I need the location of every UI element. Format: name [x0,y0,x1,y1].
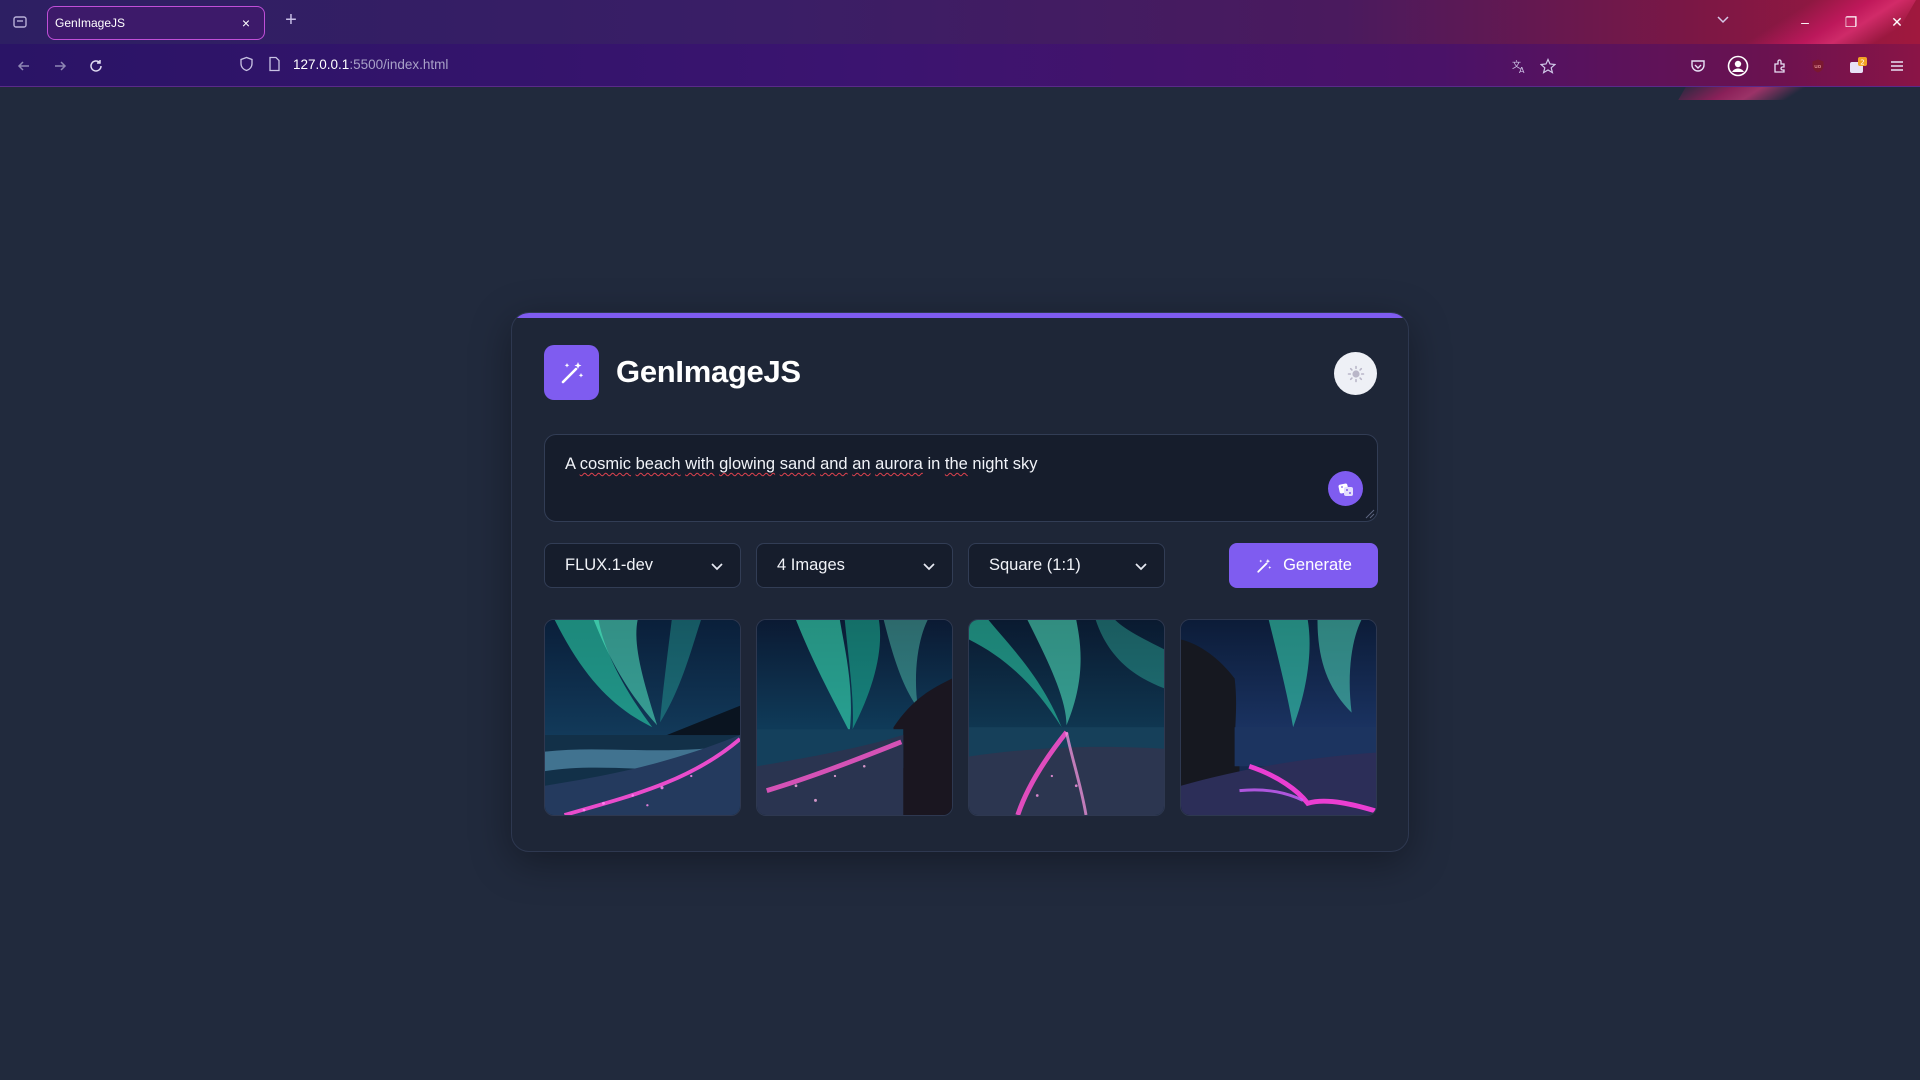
hamburger-menu-icon[interactable] [1886,55,1908,77]
bookmark-star-icon[interactable] [1537,55,1559,77]
chevron-down-icon [1135,562,1147,570]
theme-toggle-button[interactable] [1334,352,1377,395]
chevron-down-icon [711,562,723,570]
prompt-input[interactable]: A cosmic beach with glowing sand and an … [544,434,1378,522]
browser-nav-bar: 127.0.0.1:5500/index.html 文A uo 2 [0,44,1920,87]
extension-badge-count: 2 [1860,59,1864,67]
dice-icon [1338,483,1353,496]
pocket-icon[interactable] [1687,55,1709,77]
forward-arrow-icon[interactable] [48,54,72,78]
svg-text:uo: uo [1814,64,1821,70]
tab-title: GenImageJS [55,16,126,30]
translate-icon[interactable]: 文A [1508,55,1530,77]
generator-card: GenImageJS A cosmic beach with glowing s… [511,312,1409,852]
restore-button[interactable]: ❐ [1828,0,1874,44]
app-title: GenImageJS [616,354,801,389]
generated-image-3[interactable] [968,619,1165,816]
extension-badge-icon[interactable]: 2 [1847,55,1869,77]
tab-list-icon[interactable] [0,0,40,44]
image-count-select[interactable]: 4 Images [756,543,953,588]
page-icon[interactable] [268,56,281,77]
logo [544,345,599,400]
generated-image-1[interactable] [544,619,741,816]
reload-icon[interactable] [84,54,108,78]
generate-button-label: Generate [1283,556,1352,574]
generated-image-2[interactable] [756,619,953,816]
resize-handle-icon[interactable] [1363,507,1375,519]
browser-tab[interactable]: GenImageJS × [47,6,265,40]
model-select[interactable]: FLUX.1-dev [544,543,741,588]
address-bar[interactable]: 127.0.0.1:5500/index.html [293,57,448,72]
url-path: :5500/index.html [349,57,449,72]
generated-image-4[interactable] [1180,619,1377,816]
shield-icon[interactable] [239,56,254,77]
model-select-value: FLUX.1-dev [565,556,654,574]
back-arrow-icon[interactable] [12,54,36,78]
image-count-value: 4 Images [777,556,845,574]
aspect-ratio-value: Square (1:1) [989,556,1081,574]
chevron-down-icon [923,562,935,570]
tab-close-icon[interactable]: × [238,15,254,31]
generate-button[interactable]: Generate [1229,543,1378,588]
ublock-icon[interactable]: uo [1807,55,1829,77]
magic-wand-icon [1257,558,1272,573]
url-host: 127.0.0.1 [293,57,350,72]
close-window-button[interactable]: ✕ [1874,0,1920,44]
sun-icon [1347,365,1364,382]
minimize-button[interactable]: – [1782,0,1828,44]
svg-text:A: A [1519,66,1525,74]
magic-wand-icon [561,361,583,383]
new-tab-button[interactable]: + [279,9,303,32]
prompt-text: A cosmic beach with glowing sand and an … [565,455,1038,473]
chevron-down-icon[interactable] [1716,12,1730,31]
browser-tab-bar: GenImageJS × + – ❐ ✕ [0,0,1920,100]
random-prompt-button[interactable] [1328,471,1363,506]
aspect-ratio-select[interactable]: Square (1:1) [968,543,1165,588]
card-accent-bar [512,313,1408,318]
account-icon[interactable] [1727,55,1749,77]
extensions-icon[interactable] [1769,55,1791,77]
